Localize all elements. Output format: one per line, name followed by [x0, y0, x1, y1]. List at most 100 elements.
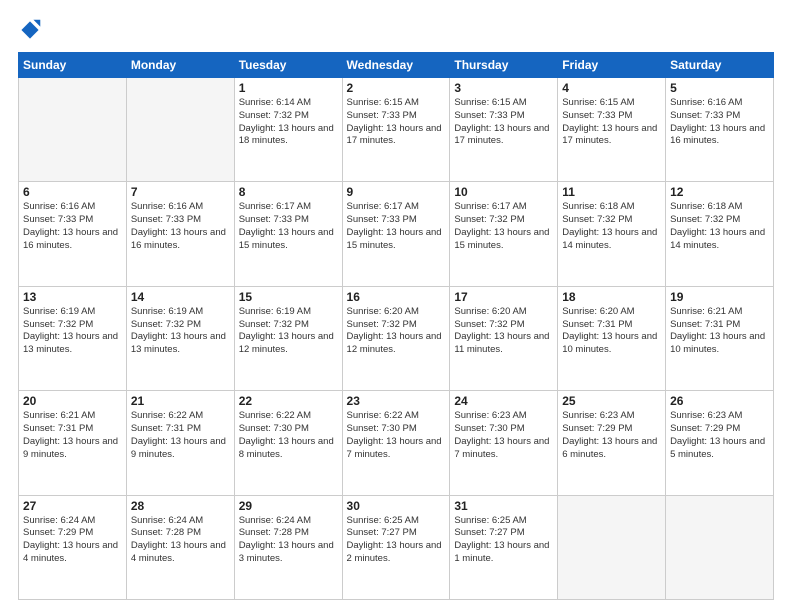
day-number: 3 — [454, 81, 553, 95]
logo — [18, 18, 46, 42]
day-info: Sunrise: 6:18 AM Sunset: 7:32 PM Dayligh… — [562, 201, 661, 252]
day-info: Sunrise: 6:22 AM Sunset: 7:30 PM Dayligh… — [347, 410, 446, 461]
logo-icon — [18, 18, 42, 42]
page: SundayMondayTuesdayWednesdayThursdayFrid… — [0, 0, 792, 612]
day-number: 25 — [562, 394, 661, 408]
weekday-header-monday: Monday — [126, 53, 234, 78]
calendar-cell: 1 Sunrise: 6:14 AM Sunset: 7:32 PM Daylig… — [234, 78, 342, 182]
day-info: Sunrise: 6:20 AM Sunset: 7:32 PM Dayligh… — [454, 306, 553, 357]
day-info: Sunrise: 6:24 AM Sunset: 7:28 PM Dayligh… — [131, 515, 230, 566]
calendar-cell: 30Sunrise: 6:25 AM Sunset: 7:27 PM Dayli… — [342, 495, 450, 599]
day-number: 9 — [347, 185, 446, 199]
calendar-cell: 24 Sunrise: 6:23 AM Sunset: 7:30 PM Dayli… — [450, 391, 558, 495]
day-info: Sunrise: 6:22 AM Sunset: 7:31 PM Dayligh… — [131, 410, 230, 461]
day-info: Sunrise: 6:16 AM Sunset: 7:33 PM Dayligh… — [670, 97, 769, 148]
week-row-2: 13 Sunrise: 6:19 AM Sunset: 7:32 PM Dayli… — [19, 286, 774, 390]
day-number: 31 — [454, 499, 553, 513]
calendar-cell: 14 Sunrise: 6:19 AM Sunset: 7:32 PM Dayli… — [126, 286, 234, 390]
calendar-cell: 18 Sunrise: 6:20 AM Sunset: 7:31 PM Dayli… — [558, 286, 666, 390]
calendar-cell: 28 Sunrise: 6:24 AM Sunset: 7:28 PM Dayli… — [126, 495, 234, 599]
calendar-cell: 8 Sunrise: 6:17 AM Sunset: 7:33 PM Daylig… — [234, 182, 342, 286]
weekday-header-row: SundayMondayTuesdayWednesdayThursdayFrid… — [19, 53, 774, 78]
day-number: 16 — [347, 290, 446, 304]
day-info: Sunrise: 6:14 AM Sunset: 7:32 PM Dayligh… — [239, 97, 338, 148]
day-info: Sunrise: 6:22 AM Sunset: 7:30 PM Dayligh… — [239, 410, 338, 461]
day-info: Sunrise: 6:21 AM Sunset: 7:31 PM Dayligh… — [670, 306, 769, 357]
calendar-cell: 26 Sunrise: 6:23 AM Sunset: 7:29 PM Dayli… — [666, 391, 774, 495]
calendar-cell: 9 Sunrise: 6:17 AM Sunset: 7:33 PM Daylig… — [342, 182, 450, 286]
calendar-cell: 6Sunrise: 6:16 AM Sunset: 7:33 PM Daylig… — [19, 182, 127, 286]
day-number: 7 — [131, 185, 230, 199]
day-number: 1 — [239, 81, 338, 95]
calendar-cell: 5 Sunrise: 6:16 AM Sunset: 7:33 PM Daylig… — [666, 78, 774, 182]
day-number: 8 — [239, 185, 338, 199]
day-number: 23 — [347, 394, 446, 408]
day-info: Sunrise: 6:19 AM Sunset: 7:32 PM Dayligh… — [23, 306, 122, 357]
calendar-cell: 21 Sunrise: 6:22 AM Sunset: 7:31 PM Dayli… — [126, 391, 234, 495]
day-number: 19 — [670, 290, 769, 304]
calendar-cell: 13 Sunrise: 6:19 AM Sunset: 7:32 PM Dayli… — [19, 286, 127, 390]
day-info: Sunrise: 6:17 AM Sunset: 7:33 PM Dayligh… — [347, 201, 446, 252]
day-number: 12 — [670, 185, 769, 199]
calendar-cell: 23 Sunrise: 6:22 AM Sunset: 7:30 PM Dayli… — [342, 391, 450, 495]
calendar-cell: 12 Sunrise: 6:18 AM Sunset: 7:32 PM Dayli… — [666, 182, 774, 286]
day-info: Sunrise: 6:20 AM Sunset: 7:31 PM Dayligh… — [562, 306, 661, 357]
calendar-cell: 31 Sunrise: 6:25 AM Sunset: 7:27 PM Dayli… — [450, 495, 558, 599]
calendar-cell: 19 Sunrise: 6:21 AM Sunset: 7:31 PM Dayli… — [666, 286, 774, 390]
day-info: Sunrise: 6:23 AM Sunset: 7:30 PM Dayligh… — [454, 410, 553, 461]
day-number: 29 — [239, 499, 338, 513]
day-info: Sunrise: 6:23 AM Sunset: 7:29 PM Dayligh… — [670, 410, 769, 461]
day-info: Sunrise: 6:19 AM Sunset: 7:32 PM Dayligh… — [131, 306, 230, 357]
weekday-header-thursday: Thursday — [450, 53, 558, 78]
day-info: Sunrise: 6:21 AM Sunset: 7:31 PM Dayligh… — [23, 410, 122, 461]
calendar-cell: 2Sunrise: 6:15 AM Sunset: 7:33 PM Daylig… — [342, 78, 450, 182]
day-number: 28 — [131, 499, 230, 513]
day-number: 20 — [23, 394, 122, 408]
day-info: Sunrise: 6:18 AM Sunset: 7:32 PM Dayligh… — [670, 201, 769, 252]
day-number: 13 — [23, 290, 122, 304]
calendar-cell: 11Sunrise: 6:18 AM Sunset: 7:32 PM Dayli… — [558, 182, 666, 286]
calendar: SundayMondayTuesdayWednesdayThursdayFrid… — [18, 52, 774, 600]
calendar-cell: 16Sunrise: 6:20 AM Sunset: 7:32 PM Dayli… — [342, 286, 450, 390]
day-info: Sunrise: 6:24 AM Sunset: 7:28 PM Dayligh… — [239, 515, 338, 566]
day-info: Sunrise: 6:16 AM Sunset: 7:33 PM Dayligh… — [131, 201, 230, 252]
calendar-cell: 15 Sunrise: 6:19 AM Sunset: 7:32 PM Dayli… — [234, 286, 342, 390]
calendar-cell — [19, 78, 127, 182]
day-number: 21 — [131, 394, 230, 408]
day-number: 10 — [454, 185, 553, 199]
calendar-cell — [126, 78, 234, 182]
day-number: 4 — [562, 81, 661, 95]
day-number: 15 — [239, 290, 338, 304]
calendar-cell — [666, 495, 774, 599]
day-info: Sunrise: 6:17 AM Sunset: 7:32 PM Dayligh… — [454, 201, 553, 252]
calendar-cell: 29 Sunrise: 6:24 AM Sunset: 7:28 PM Dayli… — [234, 495, 342, 599]
day-number: 24 — [454, 394, 553, 408]
day-info: Sunrise: 6:25 AM Sunset: 7:27 PM Dayligh… — [454, 515, 553, 566]
week-row-1: 6 Sunrise: 6:16 AM Sunset: 7:33 PM Daylig… — [19, 182, 774, 286]
day-number: 27 — [23, 499, 122, 513]
calendar-cell: 3 Sunrise: 6:15 AM Sunset: 7:33 PM Daylig… — [450, 78, 558, 182]
day-number: 22 — [239, 394, 338, 408]
day-info: Sunrise: 6:15 AM Sunset: 7:33 PM Dayligh… — [454, 97, 553, 148]
day-number: 30 — [347, 499, 446, 513]
calendar-cell: 17Sunrise: 6:20 AM Sunset: 7:32 PM Dayli… — [450, 286, 558, 390]
day-number: 26 — [670, 394, 769, 408]
calendar-cell: 27Sunrise: 6:24 AM Sunset: 7:29 PM Dayli… — [19, 495, 127, 599]
weekday-header-sunday: Sunday — [19, 53, 127, 78]
calendar-cell: 25Sunrise: 6:23 AM Sunset: 7:29 PM Dayli… — [558, 391, 666, 495]
weekday-header-saturday: Saturday — [666, 53, 774, 78]
day-number: 6 — [23, 185, 122, 199]
day-number: 18 — [562, 290, 661, 304]
week-row-3: 20 Sunrise: 6:21 AM Sunset: 7:31 PM Dayli… — [19, 391, 774, 495]
calendar-cell — [558, 495, 666, 599]
day-info: Sunrise: 6:15 AM Sunset: 7:33 PM Dayligh… — [562, 97, 661, 148]
day-info: Sunrise: 6:17 AM Sunset: 7:33 PM Dayligh… — [239, 201, 338, 252]
day-info: Sunrise: 6:19 AM Sunset: 7:32 PM Dayligh… — [239, 306, 338, 357]
calendar-cell: 4 Sunrise: 6:15 AM Sunset: 7:33 PM Daylig… — [558, 78, 666, 182]
calendar-cell: 10 Sunrise: 6:17 AM Sunset: 7:32 PM Dayli… — [450, 182, 558, 286]
week-row-4: 27Sunrise: 6:24 AM Sunset: 7:29 PM Dayli… — [19, 495, 774, 599]
calendar-cell: 20 Sunrise: 6:21 AM Sunset: 7:31 PM Dayli… — [19, 391, 127, 495]
week-row-0: 1 Sunrise: 6:14 AM Sunset: 7:32 PM Daylig… — [19, 78, 774, 182]
day-number: 5 — [670, 81, 769, 95]
day-number: 14 — [131, 290, 230, 304]
